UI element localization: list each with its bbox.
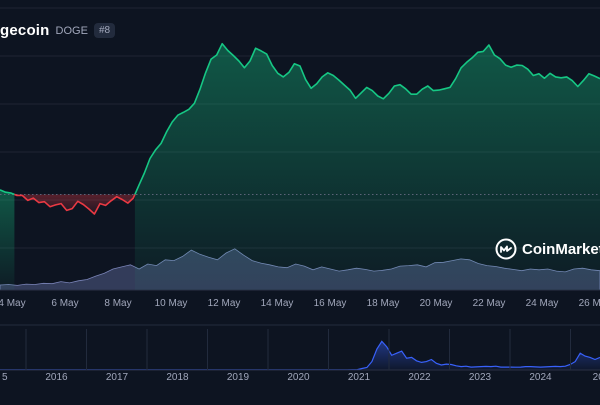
coin-ticker: DOGE xyxy=(55,24,88,37)
x-tick-label: 6 May xyxy=(51,298,78,309)
overview-chart[interactable]: 5 2016 2017 2018 2019 2020 2021 2022 2023 2024 202 xyxy=(0,324,600,383)
overview-year-label: 2018 xyxy=(166,372,189,383)
x-tick-label: 20 May xyxy=(420,298,453,309)
coin-name: gecoin xyxy=(0,22,50,39)
price-area-up xyxy=(0,189,15,290)
x-tick-label: 10 May xyxy=(155,298,188,309)
overview-year-label: 2017 xyxy=(106,372,129,383)
coinmarketcap-logo-icon xyxy=(495,238,517,260)
price-chart[interactable]: 4 May 6 May 8 May 10 May 12 May 14 May 16 May 1… xyxy=(0,0,600,400)
rank-badge: #8 xyxy=(93,23,116,38)
x-tick-label: 26 May xyxy=(579,298,600,309)
x-tick-label: 8 May xyxy=(104,298,131,309)
overview-year-label: 2023 xyxy=(469,372,492,383)
overview-year-label: 2019 xyxy=(227,372,250,383)
coin-title: gecoin DOGE #8 xyxy=(0,22,116,39)
price-chart-panel[interactable]: 4 May 6 May 8 May 10 May 12 May 14 May 16 May 1… xyxy=(0,0,600,400)
x-axis-ticks: 4 May 6 May 8 May 10 May 12 May 14 May 16 May 1… xyxy=(0,298,600,309)
overview-year-label: 2020 xyxy=(287,372,310,383)
x-tick-label: 12 May xyxy=(208,298,241,309)
overview-year-label: 202 xyxy=(593,372,600,383)
x-tick-label: 4 May xyxy=(0,298,26,309)
x-tick-label: 24 May xyxy=(526,298,559,309)
watermark-text: CoinMarketCa xyxy=(522,240,600,258)
x-tick-label: 22 May xyxy=(473,298,506,309)
watermark: CoinMarketCa xyxy=(495,238,600,260)
x-tick-label: 14 May xyxy=(261,298,294,309)
overview-year-label: 2024 xyxy=(529,372,552,383)
overview-year-label: 2022 xyxy=(408,372,431,383)
overview-year-label: 2016 xyxy=(45,372,68,383)
overview-year-label: 5 xyxy=(2,372,8,383)
x-tick-label: 16 May xyxy=(314,298,347,309)
x-tick-label: 18 May xyxy=(367,298,400,309)
overview-year-label: 2021 xyxy=(348,372,371,383)
